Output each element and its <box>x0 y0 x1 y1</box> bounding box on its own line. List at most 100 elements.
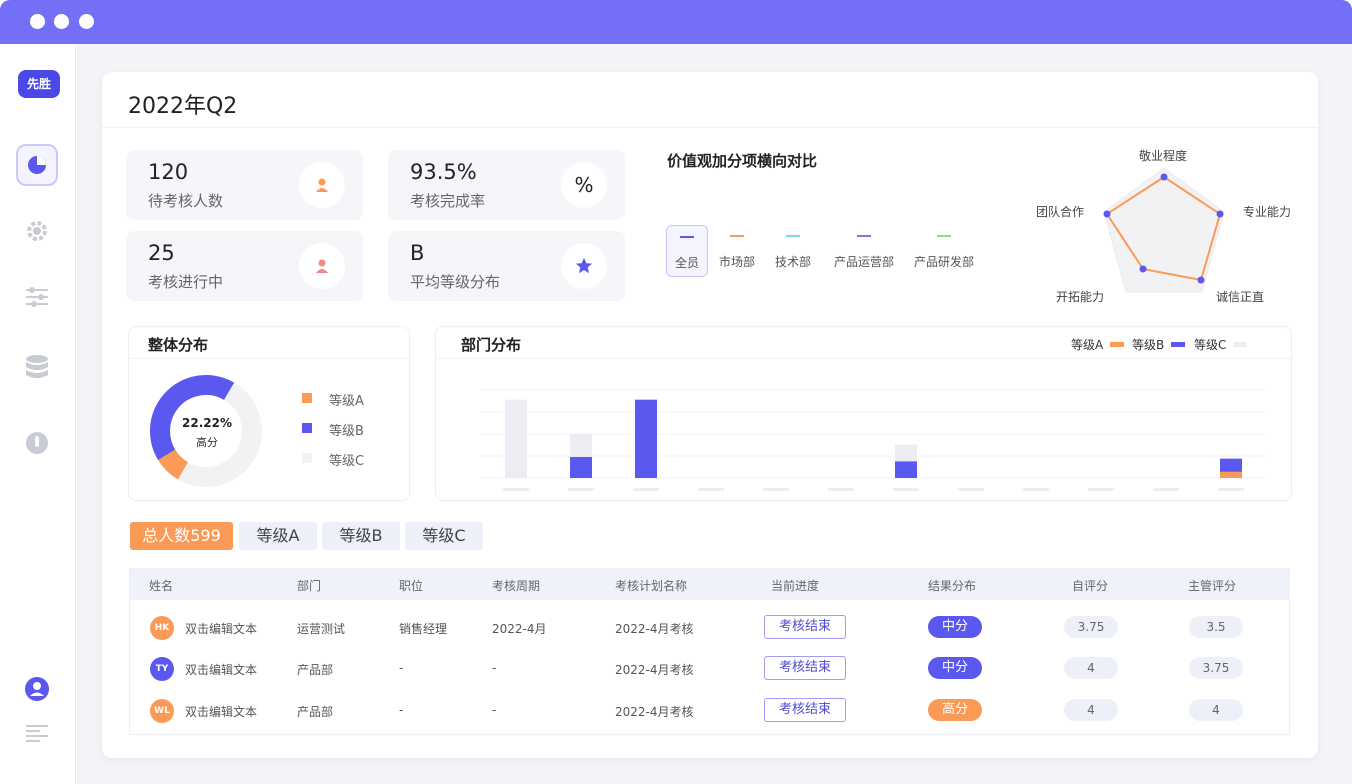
progress-tag[interactable]: 考核结束 <box>764 698 846 722</box>
col-header-dept[interactable]: 部门 <box>297 577 321 594</box>
cell-name[interactable]: 双击编辑文本 <box>185 703 257 720</box>
nav-database[interactable] <box>16 346 58 388</box>
col-header-self-score[interactable]: 自评分 <box>1072 577 1108 594</box>
cell-name[interactable]: 双击编辑文本 <box>185 661 257 678</box>
x-tick-placeholder <box>1218 488 1244 491</box>
legend-swatch-a <box>302 393 312 403</box>
stat-label: 平均等级分布 <box>410 273 501 291</box>
cell-name[interactable]: 双击编辑文本 <box>185 620 257 637</box>
nav-gauge[interactable] <box>16 422 58 464</box>
donut-center-value: 22.22% <box>182 416 232 430</box>
stat-label: 待考核人数 <box>148 192 224 210</box>
stat-label: 考核完成率 <box>410 192 486 210</box>
stat-card-completion: 93.5% 考核完成率 % <box>388 150 625 220</box>
bar-grade-b[interactable] <box>635 399 657 478</box>
tab-grade-a[interactable]: 等级A <box>239 522 317 550</box>
employee-table: 姓名 部门 职位 考核周期 考核计划名称 当前进度 结果分布 自评分 主管评分 … <box>129 568 1290 735</box>
gear-icon <box>27 221 47 241</box>
x-tick-placeholder <box>633 488 659 491</box>
nav-menu[interactable] <box>16 712 58 754</box>
radar-axis-label: 敬业程度 <box>1139 149 1188 163</box>
tab-grade-b[interactable]: 等级B <box>322 522 400 550</box>
filter-product-ops[interactable]: 产品运营部 <box>830 225 898 277</box>
dashboard-icon <box>28 156 46 174</box>
window-dot-maximize[interactable] <box>79 14 94 29</box>
stat-value: B <box>410 241 425 265</box>
col-header-name[interactable]: 姓名 <box>149 577 173 594</box>
window-dot-close[interactable] <box>30 14 45 29</box>
filter-label: 产品运营部 <box>833 255 894 269</box>
radar-axis-label: 专业能力 <box>1243 205 1292 219</box>
database-icon <box>26 355 48 378</box>
bar-grade-c[interactable] <box>505 399 527 478</box>
progress-tag[interactable]: 考核结束 <box>764 615 846 639</box>
donut-center-label: 高分 <box>196 436 218 449</box>
gauge-icon <box>26 432 48 454</box>
col-header-plan[interactable]: 考核计划名称 <box>615 577 687 594</box>
cell-period: - <box>492 703 497 717</box>
radar-axis-label: 团队合作 <box>1036 205 1085 219</box>
legend-grade-a: 等级A <box>329 394 364 409</box>
col-header-progress[interactable]: 当前进度 <box>771 577 819 594</box>
donut-chart <box>150 375 262 487</box>
radar-point <box>1139 265 1147 273</box>
radar-point <box>1160 173 1168 181</box>
filter-line <box>730 235 744 237</box>
avatar: HK <box>150 616 174 640</box>
result-pill: 中分 <box>928 616 982 638</box>
filter-marketing[interactable]: 市场部 <box>716 225 758 277</box>
bar-grade-b[interactable] <box>1220 458 1242 472</box>
app-logo: 先胜 <box>18 70 60 98</box>
bar-grade-b[interactable] <box>895 461 917 478</box>
nav-profile[interactable] <box>16 668 58 710</box>
dept-legend-swatch-c <box>1233 342 1247 347</box>
nav-dashboard[interactable] <box>16 144 58 186</box>
cell-plan: 2022-4月考核 <box>615 663 694 677</box>
filter-tech[interactable]: 技术部 <box>772 225 814 277</box>
window-titlebar <box>0 0 1352 44</box>
user-icon <box>25 677 49 701</box>
progress-tag[interactable]: 考核结束 <box>764 656 846 680</box>
cell-plan: 2022-4月考核 <box>615 622 694 636</box>
filter-all[interactable]: 全员 <box>666 225 708 277</box>
x-tick-placeholder <box>1023 488 1049 491</box>
col-header-result[interactable]: 结果分布 <box>928 577 976 594</box>
bar-grade-a[interactable] <box>1220 471 1242 478</box>
cell-dept: 产品部 <box>297 663 334 677</box>
x-tick-placeholder <box>568 488 594 491</box>
bar-grade-c[interactable] <box>570 434 592 457</box>
col-header-position[interactable]: 职位 <box>399 577 423 594</box>
stat-value: 25 <box>148 241 175 265</box>
filter-line <box>680 236 694 238</box>
bar-grade-b[interactable] <box>570 456 592 478</box>
legend-swatch-c <box>302 453 312 463</box>
result-pill: 中分 <box>928 657 982 679</box>
person-icon <box>299 162 345 208</box>
menu-lines-icon <box>26 725 48 742</box>
radar-chart <box>1103 167 1225 293</box>
sidebar: 先胜 <box>0 44 76 784</box>
filter-line <box>937 235 951 237</box>
window-dot-minimize[interactable] <box>54 14 69 29</box>
sliders-icon <box>26 287 48 307</box>
header-divider <box>102 127 1318 128</box>
star-icon <box>561 243 607 289</box>
legend-grade-c: 等级C <box>329 454 365 469</box>
dept-legend-swatch-a <box>1110 342 1124 347</box>
nav-filters[interactable] <box>16 276 58 318</box>
col-header-period[interactable]: 考核周期 <box>492 577 540 594</box>
x-tick-placeholder <box>503 488 529 491</box>
nav-settings[interactable] <box>16 210 58 252</box>
bar-grade-c[interactable] <box>895 444 917 462</box>
avatar: WL <box>150 699 174 723</box>
tab-total[interactable]: 总人数599 <box>130 522 233 550</box>
dept-legend-a: 等级A <box>1071 338 1104 352</box>
avatar: TY <box>150 657 174 681</box>
col-header-manager-score[interactable]: 主管评分 <box>1188 577 1236 594</box>
x-tick-placeholder <box>763 488 789 491</box>
filter-product-rd[interactable]: 产品研发部 <box>910 225 978 277</box>
radar-point <box>1197 276 1205 284</box>
percent-icon: % <box>561 162 607 208</box>
tab-grade-c[interactable]: 等级C <box>405 522 483 550</box>
cell-period: - <box>492 661 497 675</box>
